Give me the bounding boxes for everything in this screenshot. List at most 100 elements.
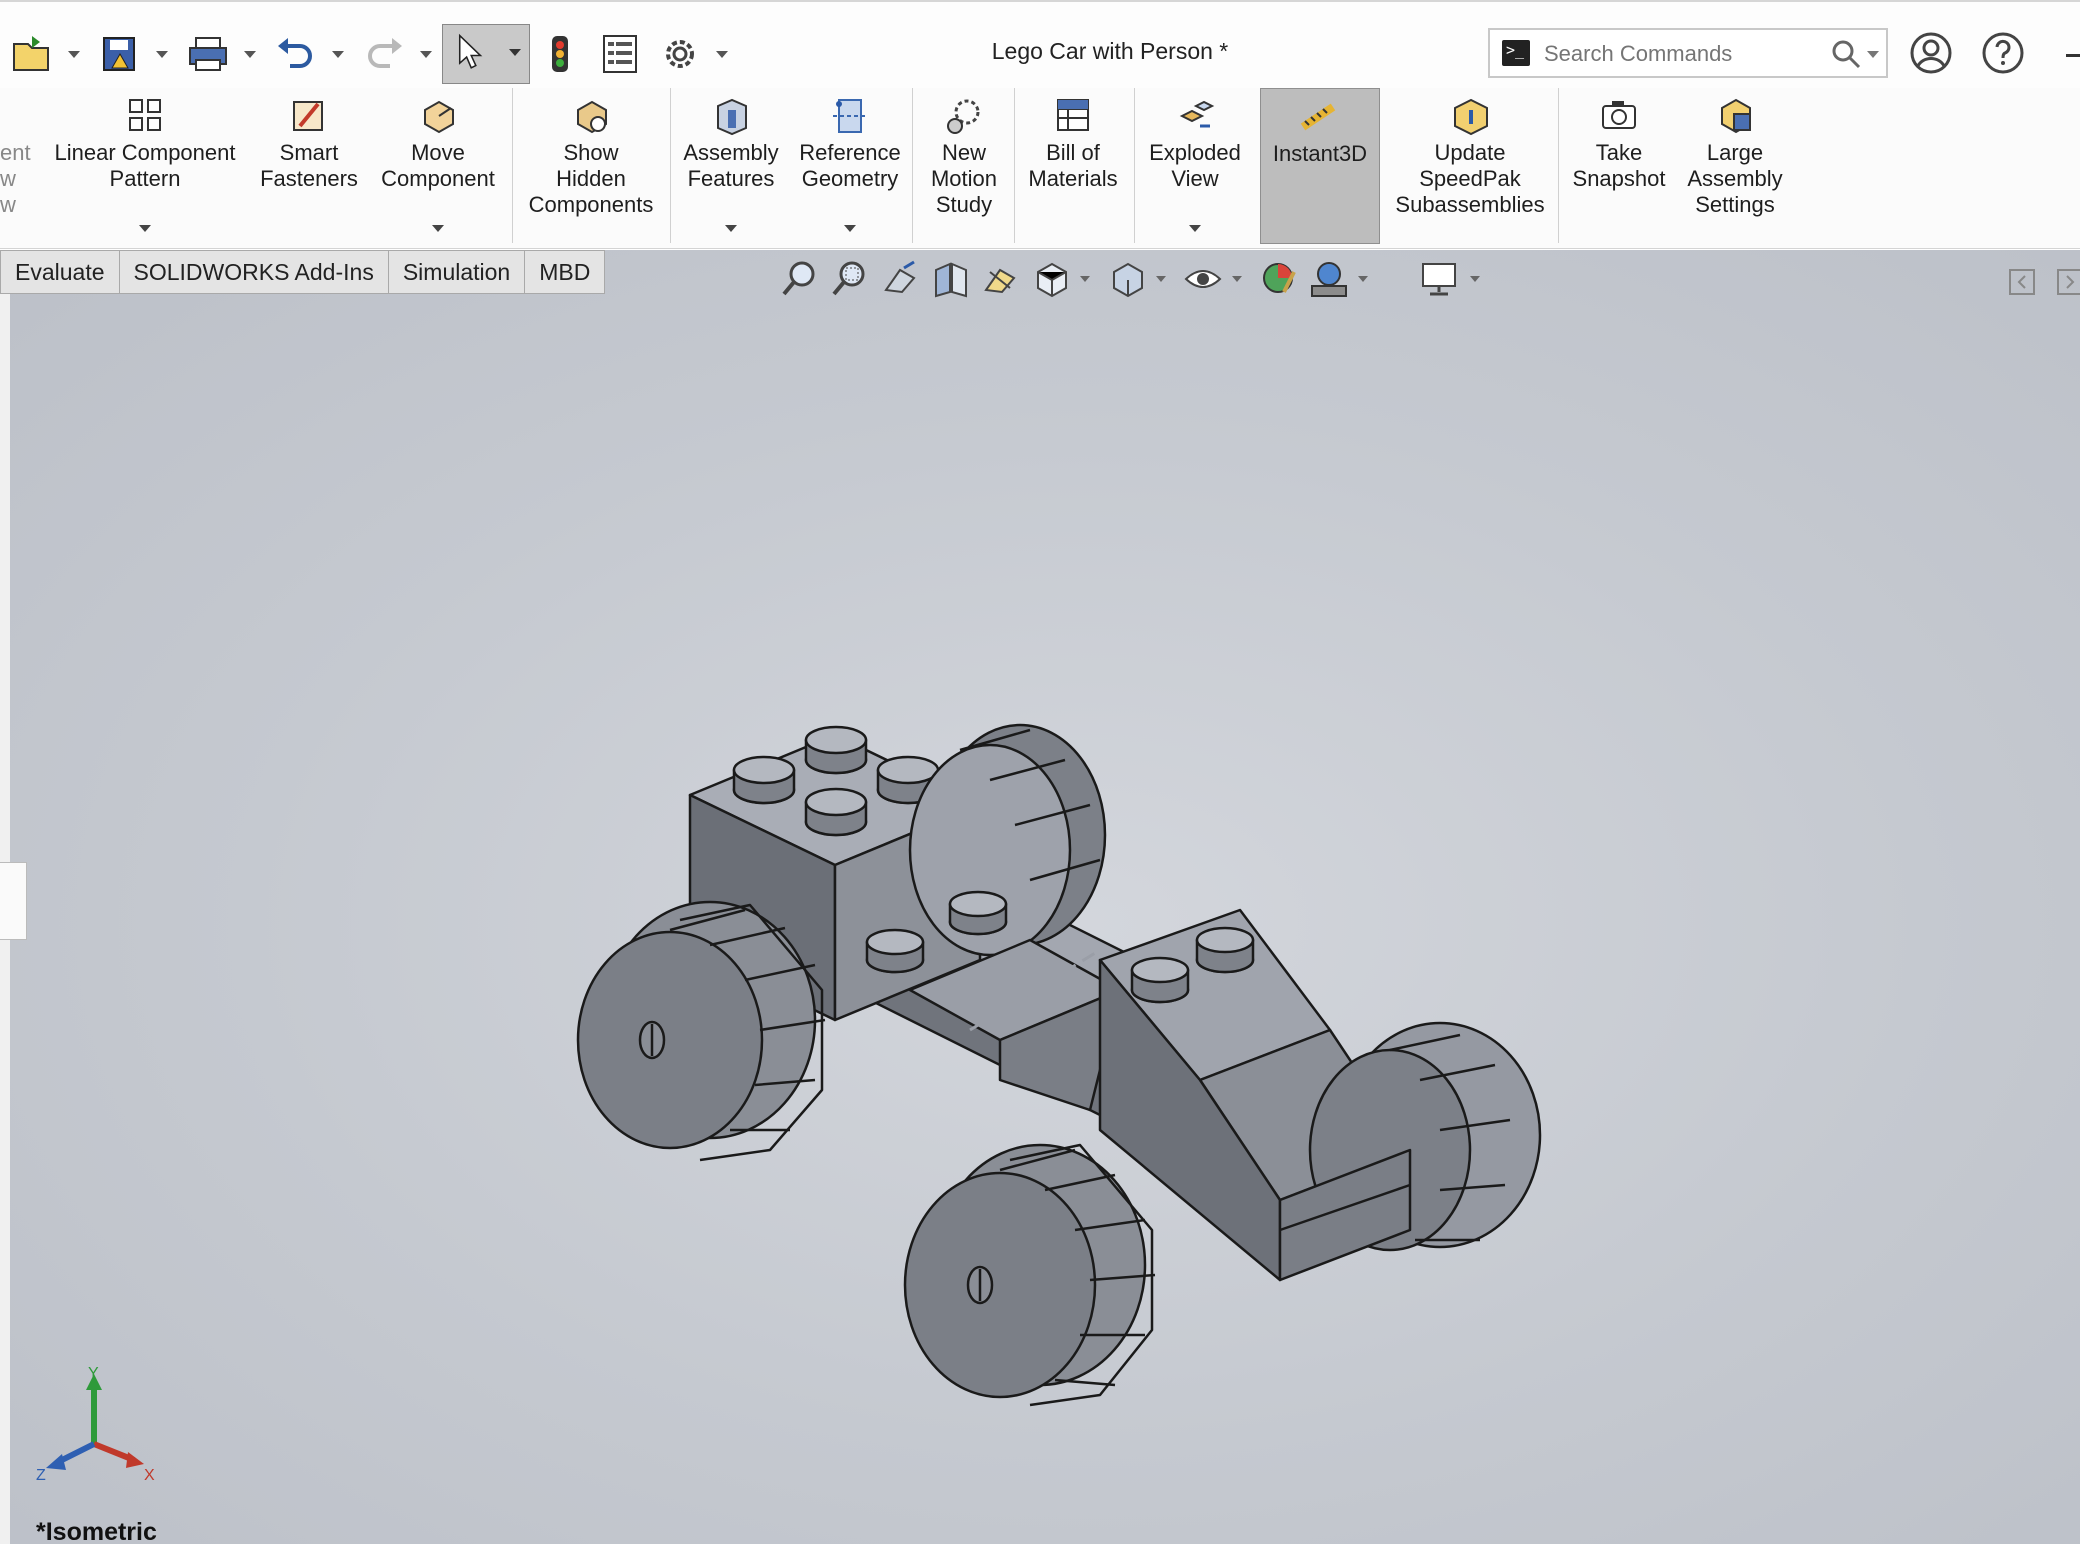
update-speedpak-label: Update SpeedPak Subassemblies: [1395, 140, 1545, 217]
tab-mbd[interactable]: MBD: [525, 250, 606, 294]
exploded-view-icon: [1179, 100, 1215, 128]
instant3d-button[interactable]: Instant3D: [1260, 88, 1380, 244]
camera-icon: [1602, 101, 1636, 129]
open-dropdown[interactable]: [66, 42, 82, 66]
linear-pattern-icon: [129, 99, 161, 131]
view-settings-dropdown[interactable]: [1470, 276, 1480, 282]
lego-car-model[interactable]: [560, 690, 1550, 1420]
show-hidden-components-label: Show Hidden Components: [528, 140, 654, 217]
large-assembly-settings-label: Large Assembly Settings: [1687, 140, 1783, 217]
view-orientation-dropdown[interactable]: [1080, 276, 1090, 282]
move-component-label: Move Component: [381, 140, 495, 191]
file-properties-icon[interactable]: [596, 30, 644, 78]
open-icon[interactable]: [8, 30, 56, 78]
reference-geometry-dropdown[interactable]: [844, 225, 856, 232]
reference-geometry-label: Reference Geometry: [799, 140, 901, 191]
triad-x-label: X: [144, 1467, 155, 1484]
options-icon[interactable]: [656, 30, 704, 78]
search-icon[interactable]: [1830, 38, 1862, 70]
new-motion-study-button[interactable]: New Motion Study: [918, 96, 1010, 246]
assembly-features-icon: [717, 98, 747, 136]
assembly-features-label: Assembly Features: [683, 140, 779, 191]
search-commands-box[interactable]: [1488, 28, 1888, 78]
apply-scene-dropdown[interactable]: [1358, 276, 1368, 282]
reference-triad: Y X Z: [36, 1366, 155, 1484]
tab-solidworks-add-ins[interactable]: SOLIDWORKS Add-Ins: [119, 250, 389, 294]
update-speedpak-button[interactable]: Update SpeedPak Subassemblies: [1390, 96, 1550, 246]
assembly-features-dropdown[interactable]: [725, 225, 737, 232]
take-snapshot-button[interactable]: Take Snapshot: [1566, 96, 1672, 246]
smart-fasteners-icon: [293, 101, 323, 131]
zoom-to-area-icon[interactable]: [830, 258, 872, 300]
feature-manager-collapse-tab[interactable]: [0, 862, 27, 940]
hide-show-items-icon[interactable]: [1182, 258, 1224, 300]
exploded-view-button[interactable]: Exploded View: [1142, 96, 1248, 246]
linear-component-pattern-button[interactable]: Linear Component Pattern: [42, 96, 248, 246]
select-button[interactable]: [442, 24, 530, 84]
exploded-view-dropdown[interactable]: [1189, 225, 1201, 232]
command-manager-tabs: Evaluate SOLIDWORKS Add-Ins Simulation M…: [0, 250, 606, 294]
ribbon-separator: [512, 88, 513, 243]
smart-fasteners-label: Smart Fasteners: [260, 140, 358, 191]
collapse-panel-icon[interactable]: [2008, 268, 2036, 296]
title-bar: Lego Car with Person *: [0, 0, 2080, 98]
bill-of-materials-button[interactable]: Bill of Materials: [1022, 96, 1124, 246]
display-style-dropdown[interactable]: [1156, 276, 1166, 282]
tab-evaluate[interactable]: Evaluate: [0, 250, 120, 294]
previous-view-icon[interactable]: [880, 258, 922, 300]
search-input[interactable]: [1542, 36, 1806, 72]
ribbon-separator: [1014, 88, 1015, 243]
redo-icon[interactable]: [360, 30, 408, 78]
triad-z-label: Z: [36, 1467, 46, 1484]
undo-dropdown[interactable]: [330, 42, 346, 66]
move-component-icon: [424, 100, 454, 134]
display-style-icon[interactable]: [1106, 258, 1148, 300]
smart-fasteners-button[interactable]: Smart Fasteners: [256, 96, 362, 246]
view-orientation-icon[interactable]: [1030, 258, 1072, 300]
view-settings-icon[interactable]: [1418, 258, 1460, 300]
search-dropdown[interactable]: [1866, 42, 1880, 66]
tab-simulation[interactable]: Simulation: [388, 250, 526, 294]
print-icon[interactable]: [184, 30, 232, 78]
zoom-to-fit-icon[interactable]: [780, 258, 822, 300]
redo-dropdown[interactable]: [418, 42, 434, 66]
select-dropdown[interactable]: [509, 49, 521, 56]
undo-icon[interactable]: [272, 30, 320, 78]
new-motion-study-label: New Motion Study: [930, 140, 998, 217]
section-view-icon[interactable]: [930, 258, 972, 300]
front-right-wheel: [903, 1143, 1156, 1407]
view-orientation-label: *Isometric: [36, 1518, 157, 1546]
minimize-icon[interactable]: [2066, 54, 2080, 57]
ribbon-separator: [1134, 88, 1135, 243]
options-dropdown[interactable]: [714, 42, 730, 66]
command-manager-ribbon: ent w w Linear Component Pattern Smart F…: [0, 88, 2080, 249]
save-icon[interactable]: [96, 30, 144, 78]
large-assembly-settings-button[interactable]: Large Assembly Settings: [1682, 96, 1788, 246]
reference-geometry-icon: [833, 99, 867, 133]
task-pane-toggle-icon[interactable]: [2056, 268, 2080, 296]
document-title: Lego Car with Person *: [991, 38, 1229, 64]
save-dropdown[interactable]: [154, 42, 170, 66]
apply-scene-icon[interactable]: [1308, 258, 1350, 300]
triad-y-label: Y: [88, 1366, 99, 1382]
print-dropdown[interactable]: [242, 42, 258, 66]
hide-show-dropdown[interactable]: [1232, 276, 1242, 282]
move-component-button[interactable]: Move Component: [372, 96, 504, 246]
assembly-features-button[interactable]: Assembly Features: [678, 96, 784, 246]
dynamic-annotation-views-icon[interactable]: [980, 258, 1022, 300]
linear-pattern-dropdown[interactable]: [139, 225, 151, 232]
edit-appearance-icon[interactable]: [1258, 258, 1300, 300]
bill-of-materials-label: Bill of Materials: [1028, 140, 1118, 191]
bill-of-materials-icon: [1057, 99, 1089, 131]
move-component-dropdown[interactable]: [432, 225, 444, 232]
update-speedpak-icon: [1454, 98, 1488, 136]
linear-component-pattern-label: Linear Component Pattern: [54, 140, 236, 191]
reference-geometry-button[interactable]: Reference Geometry: [794, 96, 906, 246]
command-prompt-icon: [1502, 40, 1530, 66]
large-assembly-settings-icon: [1721, 98, 1751, 134]
show-hidden-components-button[interactable]: Show Hidden Components: [520, 96, 662, 246]
ribbon-partial-label: ent w w: [0, 140, 31, 217]
help-icon[interactable]: [1980, 30, 2026, 76]
rebuild-icon[interactable]: [536, 30, 584, 78]
account-icon[interactable]: [1908, 30, 1954, 76]
